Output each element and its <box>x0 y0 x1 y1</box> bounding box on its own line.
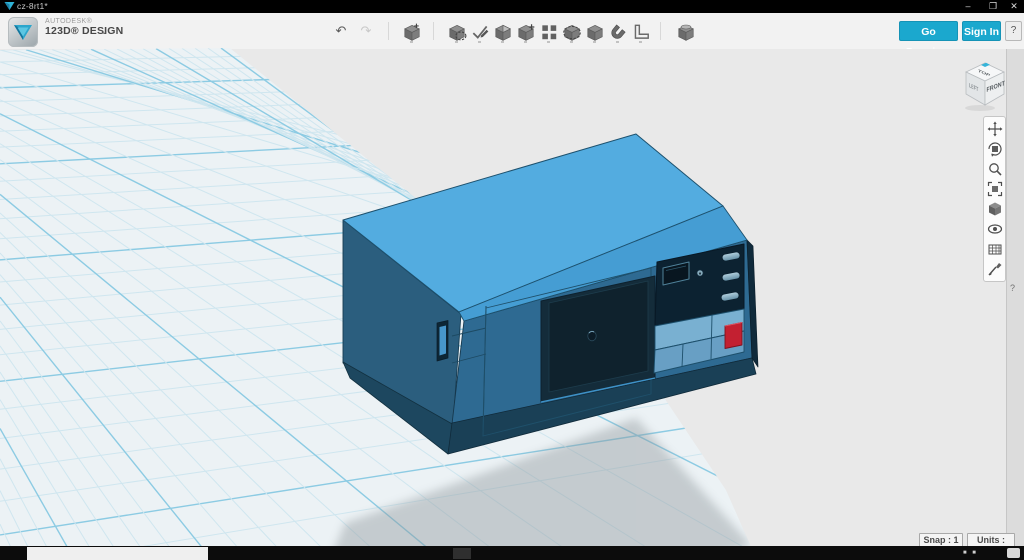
taskbar-tray-icons[interactable]: ■ ■ <box>963 550 989 556</box>
fit-view-icon[interactable] <box>985 179 1004 199</box>
taskbar-app-button[interactable] <box>453 548 471 559</box>
view-toolbar <box>983 116 1006 282</box>
handle-slot-inner <box>440 326 447 356</box>
pan-icon[interactable] <box>985 119 1004 139</box>
grid-settings-icon[interactable] <box>985 239 1004 259</box>
visibility-icon[interactable] <box>985 219 1004 239</box>
panel-knob-dot <box>699 272 701 274</box>
taskbar-action-center-icon[interactable] <box>1007 548 1020 558</box>
zoom-icon[interactable] <box>985 159 1004 179</box>
os-taskbar: ■ ■ <box>0 546 1024 560</box>
red-button <box>725 323 742 349</box>
panel-pill-buttons <box>721 251 741 301</box>
microwave-model[interactable] <box>343 134 758 454</box>
view-cube[interactable]: TOP LEFT FRONT <box>960 55 1012 113</box>
taskbar-search-box[interactable] <box>27 547 208 560</box>
shaded-view-icon[interactable] <box>985 199 1004 219</box>
model-layer <box>0 0 1024 560</box>
material-icon[interactable] <box>985 259 1004 279</box>
orbit-icon[interactable] <box>985 139 1004 159</box>
